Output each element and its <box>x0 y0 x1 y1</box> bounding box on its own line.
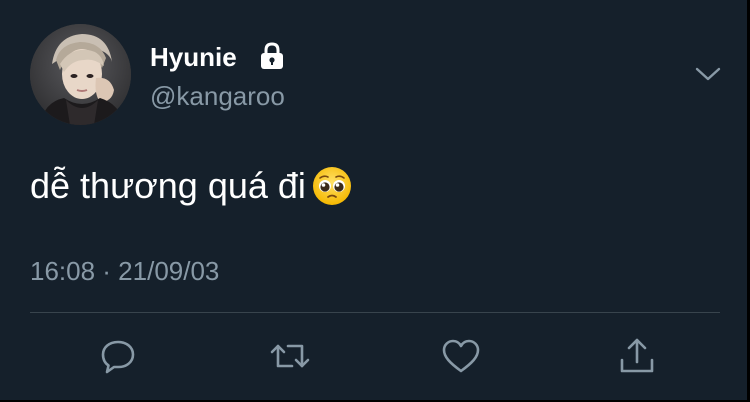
tweet-body: dễ thương quá đi <box>30 165 306 206</box>
avatar[interactable] <box>30 24 131 125</box>
pleading-face-emoji-icon <box>312 167 351 205</box>
share-button[interactable] <box>613 334 661 378</box>
retweet-button[interactable] <box>266 334 314 378</box>
speech-bubble-icon <box>101 340 135 374</box>
chevron-down-icon[interactable] <box>692 62 724 86</box>
retweet-arrows-icon <box>270 344 310 368</box>
tweet-card: Hyunie @kangaroo dễ thương quá đi 16:08 … <box>0 0 750 402</box>
reply-button[interactable] <box>94 334 142 378</box>
user-handle[interactable]: @kangaroo <box>150 80 285 112</box>
display-name[interactable]: Hyunie <box>150 41 237 73</box>
divider <box>30 312 720 313</box>
profile-photo <box>30 24 131 125</box>
tweet-text: dễ thương quá đi <box>30 164 352 208</box>
tweet-timestamp[interactable]: 16:08 · 21/09/03 <box>30 255 219 287</box>
share-arrow-icon <box>620 338 654 373</box>
lock-icon <box>261 42 283 69</box>
like-button[interactable] <box>437 334 485 378</box>
heart-icon <box>442 339 480 373</box>
